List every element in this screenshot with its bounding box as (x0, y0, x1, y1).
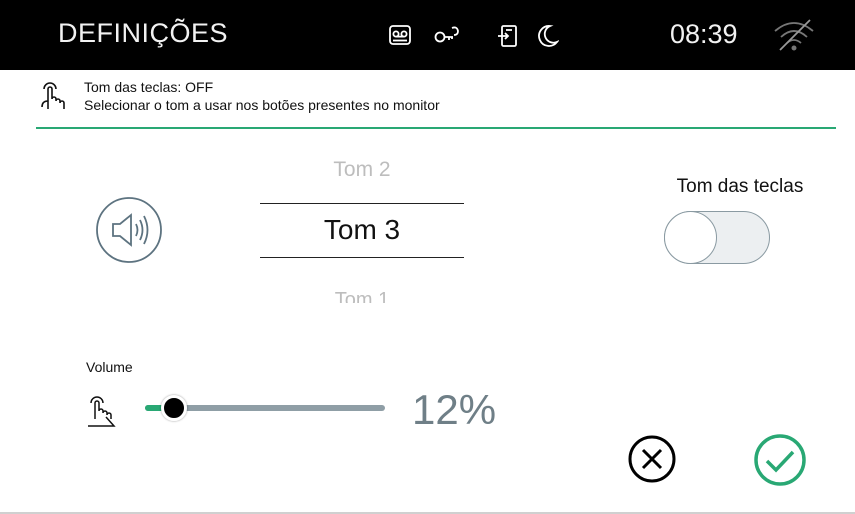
cancel-button[interactable] (627, 434, 677, 489)
moon-icon (537, 24, 559, 48)
tone-option-next[interactable]: Tom 1 (262, 286, 462, 303)
voicemail-icon (388, 24, 412, 46)
volume-slider[interactable] (145, 395, 385, 421)
setting-status: Tom das teclas: OFF (84, 79, 214, 95)
volume-slider-thumb[interactable] (160, 395, 187, 421)
picker-line-bottom (260, 257, 464, 258)
door-phone-icon (497, 24, 519, 48)
key-tone-toggle[interactable] (664, 211, 770, 264)
picker-line-top (260, 203, 464, 204)
status-bar: DEFINIÇÕES 08:39 (0, 0, 855, 70)
tone-option-selected[interactable]: Tom 3 (262, 214, 462, 246)
volume-value: 12% (412, 386, 497, 433)
touch-volume-icon (84, 393, 118, 434)
wifi-off-icon (772, 18, 816, 57)
confirm-button[interactable] (752, 432, 808, 493)
volume-label: Volume (86, 359, 133, 375)
setting-description: Selecionar o tom a usar nos botões prese… (84, 97, 440, 113)
page-title: DEFINIÇÕES (58, 18, 229, 48)
toggle-knob (664, 211, 717, 264)
key-icon (433, 24, 463, 46)
clock: 08:39 (670, 19, 738, 49)
header-divider (36, 127, 836, 129)
speaker-icon[interactable] (95, 196, 163, 269)
toggle-label: Tom das teclas (676, 176, 804, 197)
tone-option-previous[interactable]: Tom 2 (262, 158, 462, 182)
tone-option-next-clip: Tom 1 (262, 286, 462, 303)
touch-hand-icon (38, 79, 68, 118)
